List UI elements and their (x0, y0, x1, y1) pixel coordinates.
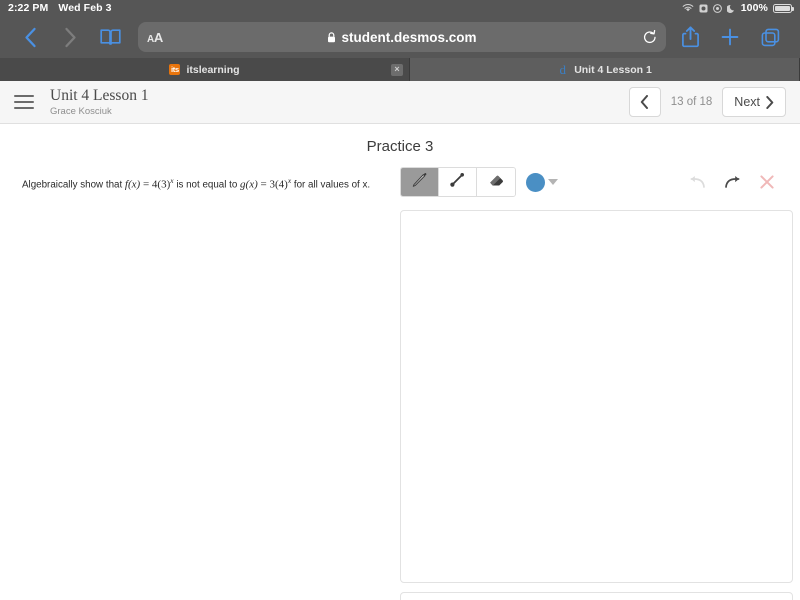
undo-icon[interactable] (689, 175, 706, 189)
color-swatch[interactable] (526, 172, 545, 192)
wifi-icon (682, 3, 694, 13)
page-title: Unit 4 Lesson 1 (50, 87, 149, 105)
problem-statement: Algebraically show that f(x) = 4(3)x is … (22, 175, 384, 193)
slide-content: Practice 3 Algebraically show that f(x) … (0, 124, 800, 600)
lock-icon (327, 31, 336, 43)
status-bar-left: 2:22 PM Wed Feb 3 (8, 2, 112, 14)
browser-forward-button[interactable] (50, 20, 90, 54)
equals-sign-g: = (257, 178, 270, 191)
header-titles: Unit 4 Lesson 1 Grace Kosciuk (50, 87, 149, 117)
problem-suffix: for all values of x. (291, 179, 371, 191)
close-icon[interactable] (759, 174, 775, 190)
browser-tab-itslearning[interactable]: its itslearning × (0, 58, 410, 81)
status-bar-right: 100% (682, 2, 794, 14)
problem-prefix: Algebraically show that (22, 179, 125, 191)
previous-slide-button[interactable] (628, 87, 661, 117)
status-date: Wed Feb 3 (58, 2, 112, 14)
header-navigation: 13 of 18 Next (628, 87, 786, 117)
line-tool-button[interactable] (439, 168, 477, 196)
text-size-button[interactable]: AA (147, 30, 163, 45)
function-g-expression: 3(4) (269, 178, 288, 191)
pencil-tool-button[interactable] (401, 168, 439, 196)
slide-heading: Practice 3 (366, 138, 434, 155)
eraser-tool-button[interactable] (477, 168, 515, 196)
browser-tab-bar: its itslearning × d Unit 4 Lesson 1 (0, 58, 800, 81)
url-text: student.desmos.com (341, 29, 477, 45)
history-controls (689, 174, 793, 190)
function-f-expression: 4(3) (151, 178, 171, 191)
its-favicon: its (169, 64, 181, 75)
tab-title: Unit 4 Lesson 1 (574, 63, 652, 76)
chevron-down-icon[interactable] (548, 179, 558, 185)
close-icon[interactable]: × (391, 63, 403, 76)
drawing-tool-group (400, 167, 516, 197)
problem-pane: Algebraically show that f(x) = 4(3)x is … (0, 167, 400, 600)
eraser-icon (488, 173, 505, 192)
hamburger-icon[interactable] (14, 95, 34, 109)
address-bar-content: student.desmos.com (138, 30, 666, 45)
share-icon[interactable] (670, 20, 710, 54)
browser-back-button[interactable] (10, 20, 50, 54)
status-time: 2:22 PM (8, 2, 49, 14)
address-bar[interactable]: AA student.desmos.com (138, 22, 666, 52)
slide-body: Algebraically show that f(x) = 4(3)x is … (0, 155, 800, 600)
screen-record-icon (699, 4, 708, 13)
moon-icon (726, 4, 736, 13)
drawing-toolbar (400, 167, 793, 197)
do-not-disturb-icon (712, 3, 722, 13)
new-tab-icon[interactable] (710, 20, 750, 54)
bookmarks-icon[interactable] (90, 20, 130, 54)
reload-icon[interactable] (643, 29, 657, 45)
ios-status-bar: 2:22 PM Wed Feb 3 100% (0, 0, 800, 16)
browser-tab-unit-4-lesson-1[interactable]: d Unit 4 Lesson 1 (410, 58, 800, 81)
battery-icon (773, 3, 794, 13)
activity-author: Grace Kosciuk (50, 105, 112, 117)
sketch-pane: f(x) = g(x) (400, 167, 800, 600)
problem-middle: is not equal to (173, 179, 241, 191)
color-picker[interactable] (526, 172, 558, 192)
equals-sign-f: = (140, 178, 152, 191)
pencil-icon (411, 171, 428, 193)
function-g-arg: (x) (245, 178, 258, 191)
tab-title: itslearning (186, 63, 240, 76)
slide-counter: 13 of 18 (670, 96, 713, 108)
tabs-overview-icon[interactable] (750, 20, 790, 54)
math-answer-input[interactable]: f(x) = g(x) (400, 592, 793, 600)
next-slide-button[interactable]: Next (722, 87, 786, 117)
activity-header: Unit 4 Lesson 1 Grace Kosciuk 13 of 18 N… (0, 81, 800, 124)
redo-icon[interactable] (724, 175, 741, 189)
next-button-label: Next (734, 95, 760, 109)
line-tool-icon (449, 171, 466, 193)
desmos-favicon: d (559, 61, 566, 77)
battery-percent: 100% (740, 2, 768, 14)
safari-toolbar: AA student.desmos.com (0, 16, 800, 58)
function-f-arg: (x) (127, 178, 141, 191)
sketch-canvas[interactable] (400, 210, 793, 583)
